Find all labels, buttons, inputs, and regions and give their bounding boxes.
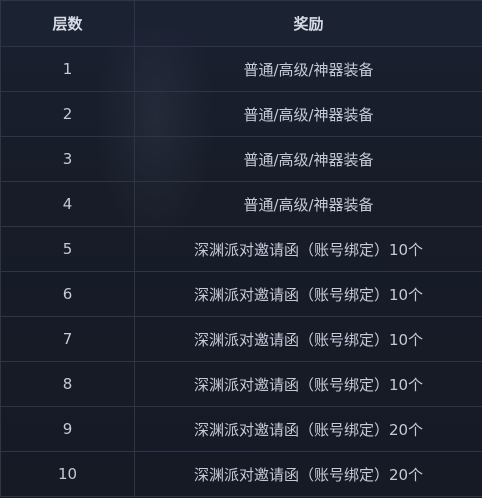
level-cell: 5 — [0, 226, 135, 272]
table-row: 7 深渊派对邀请函（账号绑定）10个 — [0, 316, 482, 362]
level-cell: 2 — [0, 91, 135, 137]
table-row: 4 普通/高级/神器装备 — [0, 181, 482, 227]
reward-cell: 普通/高级/神器装备 — [134, 91, 482, 137]
table-row: 8 深渊派对邀请函（账号绑定）10个 — [0, 361, 482, 407]
table-row: 9 深渊派对邀请函（账号绑定）20个 — [0, 406, 482, 452]
header-reward: 奖励 — [134, 0, 482, 47]
table-row: 1 普通/高级/神器装备 — [0, 46, 482, 92]
reward-table-panel: 层数 奖励 1 普通/高级/神器装备 2 普通/高级/神器装备 3 普通/高级/… — [0, 0, 482, 498]
table-row: 2 普通/高级/神器装备 — [0, 91, 482, 137]
reward-cell: 深渊派对邀请函（账号绑定）10个 — [134, 226, 482, 272]
level-cell: 10 — [0, 451, 135, 497]
reward-cell: 深渊派对邀请函（账号绑定）10个 — [134, 271, 482, 317]
reward-table: 层数 奖励 1 普通/高级/神器装备 2 普通/高级/神器装备 3 普通/高级/… — [0, 0, 482, 497]
table-row: 3 普通/高级/神器装备 — [0, 136, 482, 182]
reward-cell: 深渊派对邀请函（账号绑定）10个 — [134, 316, 482, 362]
reward-cell: 普通/高级/神器装备 — [134, 136, 482, 182]
level-cell: 7 — [0, 316, 135, 362]
table-row: 5 深渊派对邀请函（账号绑定）10个 — [0, 226, 482, 272]
header-level: 层数 — [0, 0, 135, 47]
level-cell: 1 — [0, 46, 135, 92]
table-header-row: 层数 奖励 — [0, 0, 482, 47]
reward-cell: 普通/高级/神器装备 — [134, 181, 482, 227]
reward-cell: 深渊派对邀请函（账号绑定）20个 — [134, 406, 482, 452]
reward-cell: 深渊派对邀请函（账号绑定）10个 — [134, 361, 482, 407]
level-cell: 8 — [0, 361, 135, 407]
level-cell: 4 — [0, 181, 135, 227]
level-cell: 3 — [0, 136, 135, 182]
reward-cell: 普通/高级/神器装备 — [134, 46, 482, 92]
reward-cell: 深渊派对邀请函（账号绑定）20个 — [134, 451, 482, 497]
level-cell: 6 — [0, 271, 135, 317]
table-row: 6 深渊派对邀请函（账号绑定）10个 — [0, 271, 482, 317]
level-cell: 9 — [0, 406, 135, 452]
table-row: 10 深渊派对邀请函（账号绑定）20个 — [0, 451, 482, 497]
